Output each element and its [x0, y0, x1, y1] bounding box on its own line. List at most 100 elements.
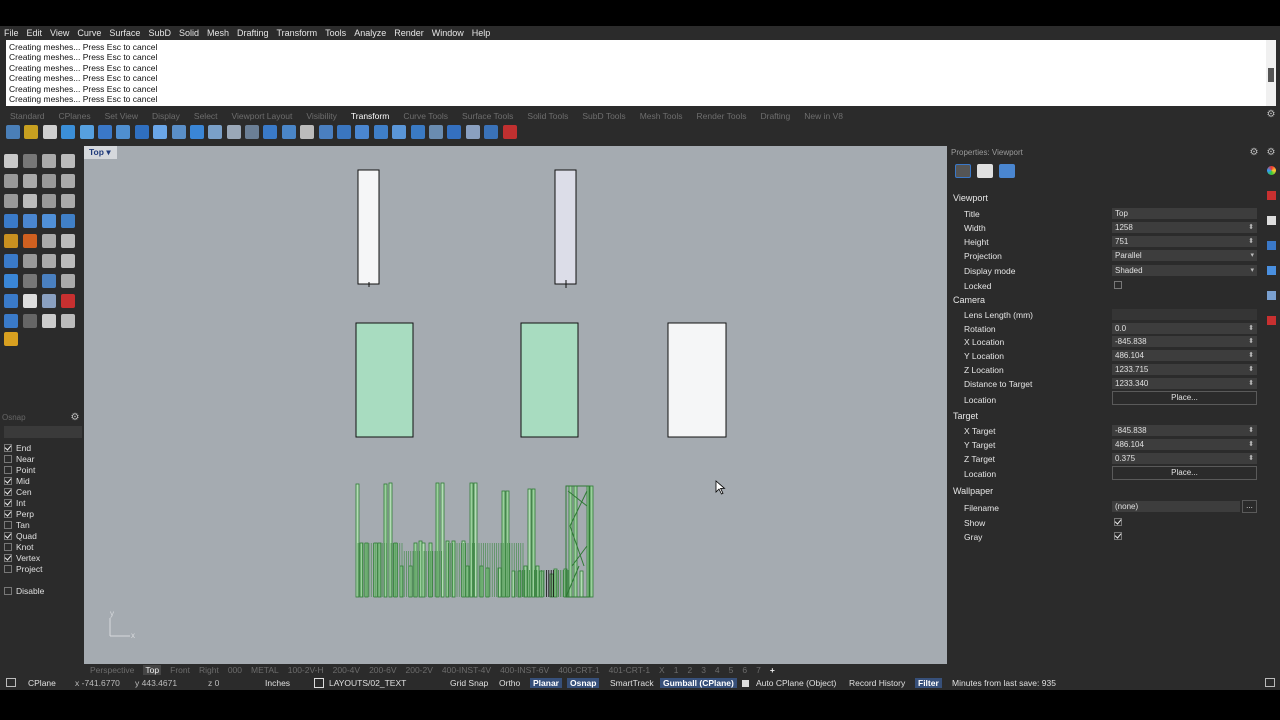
- record-icon[interactable]: [502, 125, 517, 139]
- checkbox[interactable]: [4, 586, 12, 595]
- blend-icon[interactable]: [61, 194, 75, 208]
- command-history-scrollbar[interactable]: [1266, 40, 1276, 106]
- tab-cplanes[interactable]: CPlanes: [59, 111, 91, 121]
- osnap-quad[interactable]: Quad: [4, 530, 80, 541]
- smarttrack-toggle[interactable]: SmartTrack: [610, 678, 654, 688]
- splop-icon[interactable]: [410, 125, 425, 139]
- vtab-3[interactable]: 3: [701, 665, 706, 675]
- checkbox[interactable]: [4, 531, 12, 540]
- menu-file[interactable]: File: [4, 28, 19, 38]
- scale-icon[interactable]: [97, 125, 112, 139]
- vtab-5[interactable]: 5: [729, 665, 734, 675]
- status-cplane[interactable]: CPlane: [28, 678, 56, 688]
- spinner-icon[interactable]: ⬍: [1248, 336, 1254, 347]
- vtab-100-2v-h[interactable]: 100-2V-H: [288, 665, 324, 675]
- add-layout-button[interactable]: +: [770, 665, 775, 675]
- auto-cplane-toggle[interactable]: Auto CPlane (Object): [756, 678, 836, 688]
- status-layer[interactable]: LAYOUTS/02_TEXT: [329, 678, 406, 688]
- planar-toggle[interactable]: Planar: [530, 678, 562, 688]
- menu-curve[interactable]: Curve: [77, 28, 101, 38]
- menu-tools[interactable]: Tools: [325, 28, 346, 38]
- menu-surface[interactable]: Surface: [109, 28, 140, 38]
- viewport-canvas[interactable]: y x: [84, 146, 947, 664]
- gray-checkbox[interactable]: [1114, 532, 1122, 540]
- grid-snap-toggle[interactable]: Grid Snap: [450, 678, 488, 688]
- mesh-icon[interactable]: [4, 254, 18, 268]
- spinner-icon[interactable]: ⬍: [1248, 350, 1254, 361]
- hatch-icon[interactable]: [23, 274, 37, 288]
- command-history[interactable]: Creating meshes... Press Esc to cancel C…: [6, 40, 1266, 106]
- boolean-icon[interactable]: [4, 234, 18, 248]
- title-field[interactable]: Top: [1112, 208, 1257, 219]
- white-rect-shape[interactable]: [357, 169, 380, 285]
- panel-gear-icon[interactable]: ⚙: [1266, 148, 1276, 158]
- tab-drafting[interactable]: Drafting: [760, 111, 790, 121]
- rectangle-icon[interactable]: [61, 174, 75, 188]
- checkbox[interactable]: [4, 454, 12, 463]
- projection-select[interactable]: Parallel ▾: [1112, 250, 1257, 261]
- osnap-filter-bar[interactable]: [4, 426, 82, 438]
- checkbox[interactable]: [4, 443, 12, 452]
- join-icon[interactable]: [61, 234, 75, 248]
- menu-transform[interactable]: Transform: [277, 28, 318, 38]
- group-icon[interactable]: [42, 254, 56, 268]
- menu-subd[interactable]: SubD: [148, 28, 171, 38]
- menu-help[interactable]: Help: [472, 28, 491, 38]
- y-target-field[interactable]: 486.104 ⬍: [1112, 439, 1257, 450]
- taper-icon[interactable]: [355, 125, 370, 139]
- polygon-icon[interactable]: [4, 194, 18, 208]
- scrollbar-thumb[interactable]: [1268, 68, 1274, 82]
- display-icon[interactable]: [1267, 241, 1276, 250]
- spinner-icon[interactable]: ⬍: [1248, 364, 1254, 375]
- width-field[interactable]: 1258 ⬍: [1112, 222, 1257, 233]
- osnap-end[interactable]: End: [4, 442, 80, 453]
- extrude-icon[interactable]: [23, 214, 37, 228]
- array-icon[interactable]: [226, 125, 241, 139]
- viewport-props-icon[interactable]: [955, 164, 971, 178]
- properties-gear-icon[interactable]: ⚙: [1249, 148, 1259, 158]
- tab-set-view[interactable]: Set View: [105, 111, 138, 121]
- checkbox[interactable]: [4, 542, 12, 551]
- osnap-mid[interactable]: Mid: [4, 475, 80, 486]
- green-rect-shape[interactable]: [355, 322, 414, 438]
- cut-icon[interactable]: [61, 294, 75, 308]
- scale-2d-icon[interactable]: [134, 125, 149, 139]
- twist-icon[interactable]: [281, 125, 296, 139]
- osnap-point[interactable]: Point: [4, 464, 80, 475]
- polyline-icon[interactable]: [42, 154, 56, 168]
- checkbox[interactable]: [4, 553, 12, 562]
- arc-icon[interactable]: [42, 174, 56, 188]
- vtab-400-crt-1[interactable]: 400-CRT-1: [558, 665, 599, 675]
- spinner-icon[interactable]: ⬍: [1248, 236, 1254, 247]
- flow-icon[interactable]: [373, 125, 388, 139]
- lavender-rect-shape[interactable]: [554, 169, 577, 285]
- viewport-top[interactable]: y x Top ▾: [84, 146, 947, 664]
- vtab-metal[interactable]: METAL: [251, 665, 279, 675]
- locked-checkbox[interactable]: [1114, 281, 1122, 289]
- osnap-toggle[interactable]: Osnap: [567, 678, 600, 688]
- vtab-2[interactable]: 2: [687, 665, 692, 675]
- sun-icon[interactable]: [1267, 316, 1276, 325]
- tab-mesh-tools[interactable]: Mesh Tools: [640, 111, 683, 121]
- color-wheel-icon[interactable]: [1267, 166, 1276, 175]
- toolbar-gear-icon[interactable]: ⚙: [1266, 110, 1276, 120]
- scale-nu-icon[interactable]: [153, 125, 168, 139]
- vtab-front[interactable]: Front: [170, 665, 190, 675]
- light-icon[interactable]: [4, 332, 18, 346]
- checkbox[interactable]: [4, 520, 12, 529]
- loft-icon[interactable]: [42, 214, 56, 228]
- osnap-gear-icon[interactable]: ⚙: [70, 413, 80, 423]
- ellipse-icon[interactable]: [23, 174, 37, 188]
- viewport-title-tab[interactable]: Top ▾: [84, 146, 117, 159]
- block-icon[interactable]: [42, 274, 56, 288]
- vtab-x[interactable]: X: [659, 665, 665, 675]
- x-target-field[interactable]: -845.838 ⬍: [1112, 425, 1257, 436]
- rotate-icon[interactable]: [61, 125, 76, 139]
- stretch-icon[interactable]: [484, 125, 499, 139]
- render-icon[interactable]: [4, 294, 18, 308]
- z-target-field[interactable]: 0.375 ⬍: [1112, 453, 1257, 464]
- tab-new-in-v8[interactable]: New in V8: [804, 111, 843, 121]
- text-icon[interactable]: [42, 125, 57, 139]
- vtab-right[interactable]: Right: [199, 665, 219, 675]
- array-polar-icon[interactable]: [245, 125, 260, 139]
